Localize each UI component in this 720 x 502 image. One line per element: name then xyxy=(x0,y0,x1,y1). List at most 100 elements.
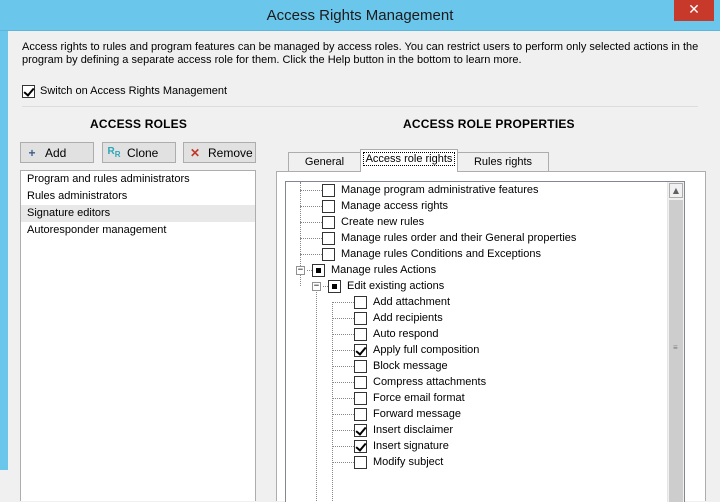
tree-guide xyxy=(300,253,322,255)
tree-checkbox[interactable] xyxy=(354,295,367,309)
tree-checkbox[interactable] xyxy=(354,391,367,405)
role-item-selected[interactable]: Signature editors xyxy=(21,205,255,222)
scroll-up-button[interactable]: ▲ xyxy=(669,183,683,198)
tree-item[interactable]: Auto respond xyxy=(286,326,438,342)
switch-checkbox[interactable] xyxy=(22,84,35,98)
remove-role-label: Remove xyxy=(208,145,253,160)
tree-item[interactable]: Create new rules xyxy=(286,214,424,230)
tab-general[interactable]: General xyxy=(288,152,361,171)
tree-guide xyxy=(332,349,354,351)
role-item[interactable]: Program and rules administrators xyxy=(21,171,255,188)
tree-guide xyxy=(300,237,322,239)
dialog-client: Access rights to rules and program featu… xyxy=(8,31,720,502)
tree-item-label: Auto respond xyxy=(373,328,439,340)
tree-item[interactable]: Add attachment xyxy=(286,294,450,310)
tree-guide xyxy=(332,413,354,415)
tree-item-label: Insert disclaimer xyxy=(373,424,454,436)
clone-icon: RR xyxy=(107,146,121,159)
tree-checkbox-checked[interactable] xyxy=(354,343,367,357)
access-role-properties-title: ACCESS ROLE PROPERTIES xyxy=(403,117,575,131)
tree-guide xyxy=(332,365,354,367)
tree-item-label: Edit existing actions xyxy=(347,280,445,292)
tree-item-label: Manage rules order and their General pro… xyxy=(341,232,577,244)
add-role-label: Add xyxy=(45,145,67,160)
tree-item[interactable]: Forward message xyxy=(286,406,461,422)
tree-item[interactable]: Manage access rights xyxy=(286,198,448,214)
tree-guide xyxy=(332,397,354,399)
plus-icon: + xyxy=(28,145,36,160)
tree-guide xyxy=(300,205,322,207)
grip-icon: ≡ xyxy=(673,343,678,352)
tree-item[interactable]: Insert signature xyxy=(286,438,449,454)
tree-item[interactable]: Add recipients xyxy=(286,310,443,326)
tree-guide xyxy=(332,333,354,335)
tree-guide xyxy=(332,445,354,447)
role-item[interactable]: Rules administrators xyxy=(21,188,255,205)
tree-item-label: Forward message xyxy=(373,408,462,420)
tab-general-label: General xyxy=(304,156,345,168)
tree-item-expanded[interactable]: − Edit existing actions xyxy=(286,278,444,294)
roles-list[interactable]: Program and rules administrators Rules a… xyxy=(20,170,256,501)
tree-checkbox[interactable] xyxy=(354,327,367,341)
tree-item[interactable]: Compress attachments xyxy=(286,374,486,390)
tree-item[interactable]: Manage rules Conditions and Exceptions xyxy=(286,246,541,262)
tree-checkbox[interactable] xyxy=(354,311,367,325)
tree-item[interactable]: Manage rules order and their General pro… xyxy=(286,230,576,246)
tree-guide xyxy=(332,381,354,383)
tree-checkbox[interactable] xyxy=(322,183,335,197)
collapse-icon[interactable]: − xyxy=(312,281,321,291)
tree-item-label: Insert signature xyxy=(373,440,449,452)
clone-role-button[interactable]: RR Clone xyxy=(102,142,176,163)
tree-item-label: Manage access rights xyxy=(341,200,448,212)
collapse-icon[interactable]: − xyxy=(296,265,305,275)
tree-checkbox-checked[interactable] xyxy=(354,423,367,437)
window-frame-left xyxy=(0,31,8,470)
tree-checkbox[interactable] xyxy=(354,407,367,421)
tab-access-role-rights[interactable]: Access role rights xyxy=(360,149,458,172)
tree-checkbox[interactable] xyxy=(354,375,367,389)
tree-item[interactable]: Modify subject xyxy=(286,454,443,470)
tree-item[interactable]: Force email format xyxy=(286,390,465,406)
tree-item-label: Apply full composition xyxy=(373,344,480,356)
clone-role-label: Clone xyxy=(127,145,159,160)
tree-guide xyxy=(300,189,322,191)
tree-item-expanded[interactable]: − Manage rules Actions xyxy=(286,262,436,278)
tree-checkbox[interactable] xyxy=(322,215,335,229)
tree-guide xyxy=(332,429,354,431)
switch-access-rights[interactable]: Switch on Access Rights Management xyxy=(22,83,227,99)
tree-item-label: Block message xyxy=(373,360,448,372)
title-bar: Access Rights Management ✕ xyxy=(0,0,720,31)
tree-item-label: Add recipients xyxy=(373,312,443,324)
tree-item[interactable]: Apply full composition xyxy=(286,342,479,358)
tree-checkbox[interactable] xyxy=(328,279,341,293)
tree-guide xyxy=(332,461,354,463)
tree-guide xyxy=(300,221,322,223)
rights-tree[interactable]: Manage program administrative features M… xyxy=(285,181,685,502)
remove-role-button[interactable]: ✕ Remove xyxy=(183,142,256,163)
tree-checkbox[interactable] xyxy=(322,231,335,245)
add-role-button[interactable]: + Add xyxy=(20,142,94,163)
switch-label: Switch on Access Rights Management xyxy=(40,85,228,97)
tree-item[interactable]: Block message xyxy=(286,358,448,374)
tab-rules-rights-label: Rules rights xyxy=(473,156,533,168)
tab-rules-rights[interactable]: Rules rights xyxy=(457,152,549,171)
tree-checkbox-checked[interactable] xyxy=(354,439,367,453)
tree-item[interactable]: Manage program administrative features xyxy=(286,182,538,198)
close-button[interactable]: ✕ xyxy=(674,0,714,21)
tree-checkbox[interactable] xyxy=(322,247,335,261)
tab-access-role-rights-label: Access role rights xyxy=(362,152,456,166)
remove-icon: ✕ xyxy=(189,145,201,160)
tree-item[interactable]: Insert disclaimer xyxy=(286,422,453,438)
tree-guide xyxy=(332,317,354,319)
tree-checkbox[interactable] xyxy=(354,359,367,373)
tree-item-label: Create new rules xyxy=(341,216,425,228)
tree-scrollbar[interactable]: ▲ ≡ xyxy=(667,182,684,502)
tree-checkbox[interactable] xyxy=(312,263,325,277)
tree-checkbox[interactable] xyxy=(354,455,367,469)
role-item[interactable]: Autoresponder management xyxy=(21,222,255,239)
tree-checkbox[interactable] xyxy=(322,199,335,213)
intro-text: Access rights to rules and program featu… xyxy=(22,41,699,66)
tree-item-label: Force email format xyxy=(373,392,465,404)
access-roles-title: ACCESS ROLES xyxy=(90,117,188,131)
scroll-thumb[interactable]: ≡ xyxy=(669,200,683,502)
